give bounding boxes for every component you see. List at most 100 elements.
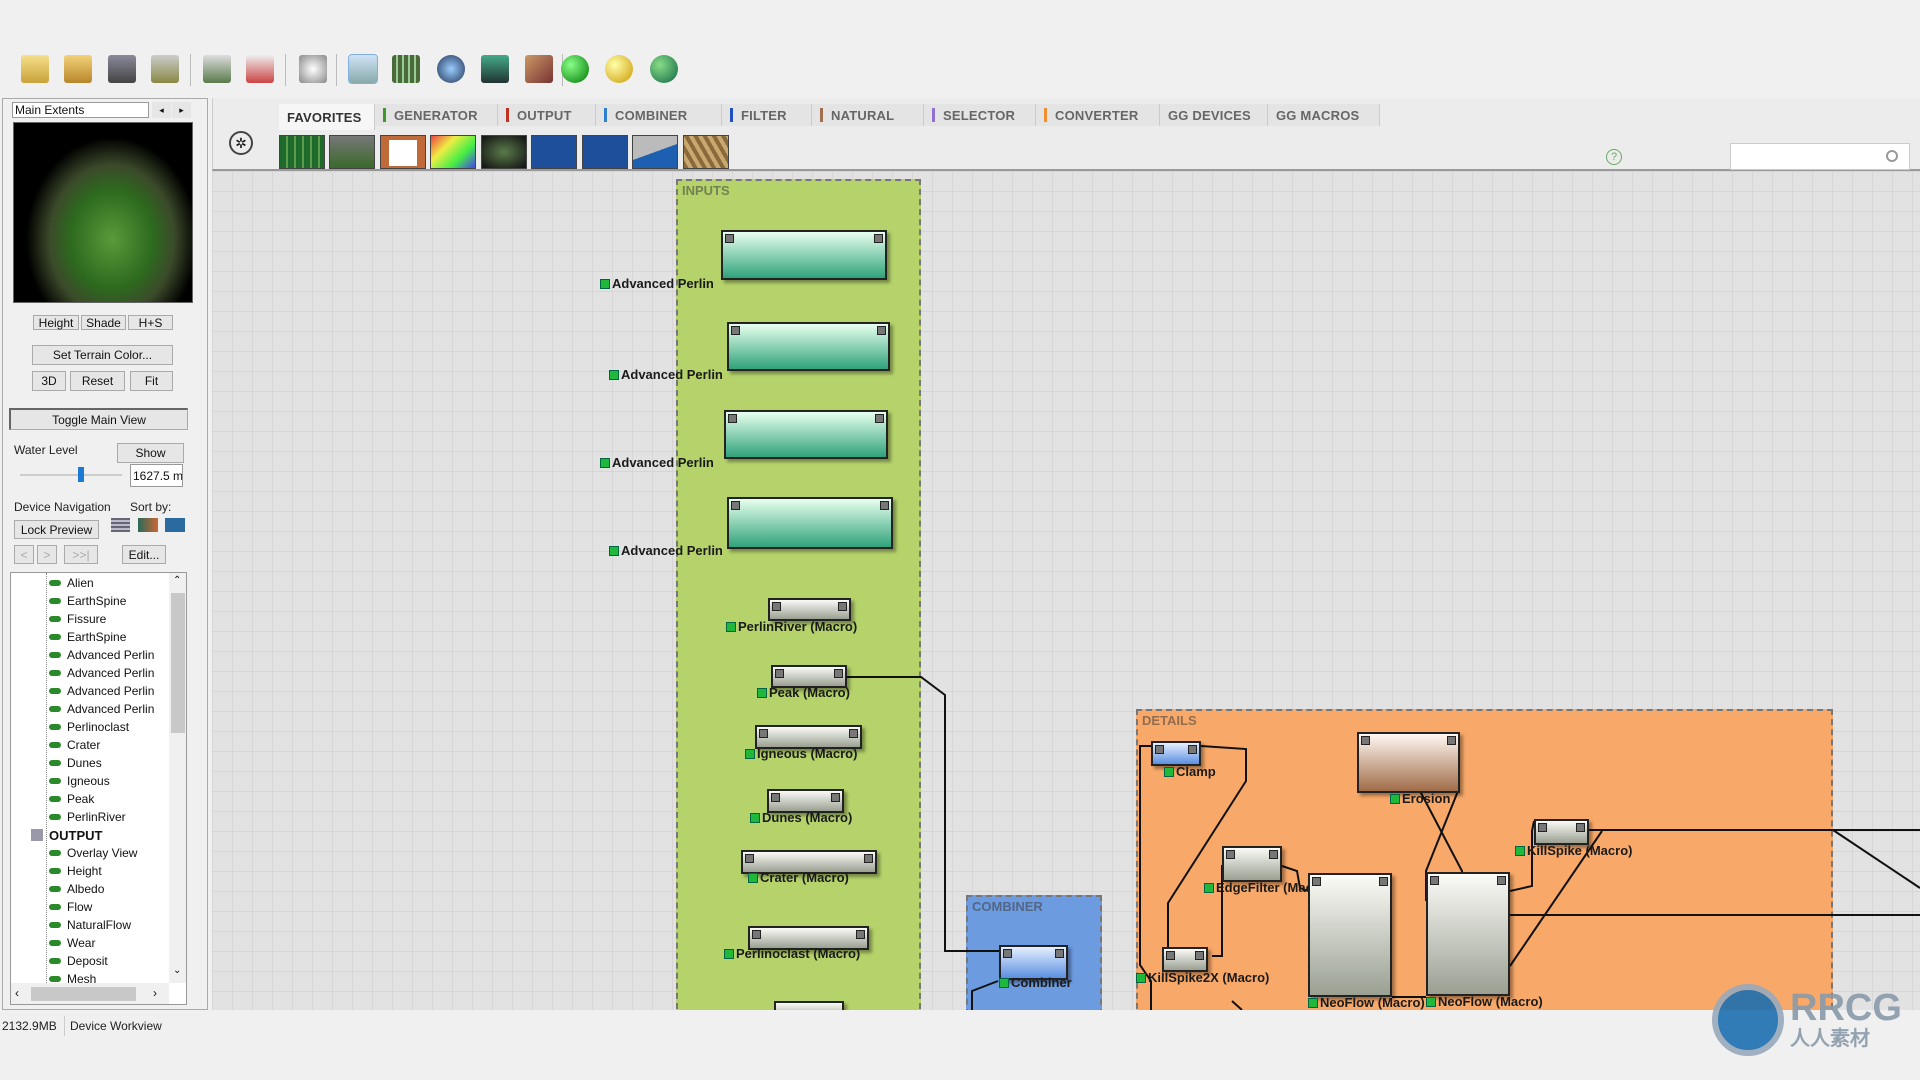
scroll-right-arrow[interactable]: › [153, 986, 157, 1000]
3d-button[interactable]: 3D [32, 371, 66, 391]
export-icon[interactable] [151, 55, 179, 83]
input-port[interactable] [745, 854, 754, 863]
tab-natural[interactable]: NATURAL [812, 104, 924, 126]
favorite-device-9[interactable] [683, 135, 729, 169]
input-port[interactable] [1538, 823, 1547, 832]
input-port[interactable] [1155, 745, 1164, 754]
output-port[interactable] [1576, 823, 1585, 832]
input-port[interactable] [1361, 736, 1370, 745]
tree-item[interactable]: Peak [67, 792, 94, 806]
node-status-icon[interactable] [757, 687, 767, 698]
tree-item[interactable]: Deposit [67, 954, 108, 968]
tree-item[interactable]: Alien [67, 576, 94, 590]
tree-horizontal-scrollbar[interactable]: ‹ › [11, 983, 169, 1004]
green-globe-icon[interactable] [650, 55, 678, 83]
tab-output[interactable]: OUTPUT [498, 104, 596, 126]
output-port[interactable] [856, 930, 865, 939]
input-port[interactable] [1003, 949, 1012, 958]
input-port[interactable] [1226, 850, 1235, 859]
help-icon[interactable]: ? [1606, 149, 1622, 165]
fit-button[interactable]: Fit [130, 371, 173, 391]
node-ap2[interactable] [727, 322, 890, 371]
height-button[interactable]: Height [33, 315, 79, 330]
output-port[interactable] [1055, 949, 1064, 958]
output-port[interactable] [849, 729, 858, 738]
tree-item[interactable]: NaturalFlow [67, 918, 131, 932]
node-clamp[interactable] [1151, 741, 1201, 766]
nav-back-button[interactable]: < [14, 545, 34, 564]
node-status-icon[interactable] [609, 369, 619, 380]
hs-button[interactable]: H+S [128, 315, 173, 330]
open-icon[interactable] [64, 55, 92, 83]
tree-item[interactable]: PerlinRiver [67, 810, 126, 824]
shade-button[interactable]: Shade [81, 315, 126, 330]
sort-type-icon[interactable] [138, 518, 158, 532]
favorite-device-1[interactable] [279, 135, 325, 169]
favorite-device-5[interactable] [481, 135, 527, 169]
node-perlinriver[interactable] [768, 598, 851, 621]
tree-group[interactable]: OUTPUT [49, 828, 102, 843]
nav-end-button[interactable]: >>| [64, 545, 98, 564]
grid-view-icon[interactable] [392, 55, 420, 83]
output-port[interactable] [1195, 951, 1204, 960]
node-status-icon[interactable] [1390, 793, 1400, 804]
favorite-device-7[interactable] [582, 135, 628, 169]
extents-select[interactable]: Main Extents [12, 102, 149, 118]
input-port[interactable] [731, 326, 740, 335]
tab-selector[interactable]: SELECTOR [924, 104, 1036, 126]
node-status-icon[interactable] [999, 977, 1009, 988]
tree-item[interactable]: Advanced Perlin [67, 702, 154, 716]
node-status-icon[interactable] [750, 812, 760, 823]
node-status-icon[interactable] [745, 748, 755, 759]
scroll-thumb[interactable] [171, 593, 185, 733]
tree-item[interactable]: Albedo [67, 882, 104, 896]
favorite-device-6[interactable] [531, 135, 577, 169]
output-port[interactable] [834, 669, 843, 678]
water-level-slider-thumb[interactable] [78, 467, 84, 482]
next-extent-button[interactable]: ▸ [172, 102, 191, 118]
output-port[interactable] [838, 602, 847, 611]
output-port[interactable] [875, 414, 884, 423]
input-port[interactable] [1312, 877, 1321, 886]
input-port[interactable] [1430, 876, 1439, 885]
sort-flow-icon[interactable] [165, 518, 185, 532]
terrain-preview[interactable] [13, 122, 193, 303]
tree-item[interactable]: Crater [67, 738, 100, 752]
output-port[interactable] [877, 326, 886, 335]
node-neoflow1[interactable] [1308, 873, 1392, 997]
output-port[interactable] [864, 854, 873, 863]
node-status-icon[interactable] [600, 278, 610, 289]
node-killspike[interactable] [1534, 819, 1589, 845]
output-port[interactable] [1497, 876, 1506, 885]
tree-item[interactable]: Dunes [67, 756, 102, 770]
reset-button[interactable]: Reset [70, 371, 125, 391]
input-port[interactable] [775, 669, 784, 678]
output-port[interactable] [1447, 736, 1456, 745]
input-port[interactable] [1166, 951, 1175, 960]
input-port[interactable] [731, 501, 740, 510]
node-status-icon[interactable] [1136, 972, 1146, 983]
node-status-icon[interactable] [609, 545, 619, 556]
tree-item[interactable]: EarthSpine [67, 594, 126, 608]
node-ap4[interactable] [727, 497, 893, 549]
tree-item[interactable]: EarthSpine [67, 630, 126, 644]
node-status-icon[interactable] [1515, 845, 1525, 856]
node-status-icon[interactable] [1204, 882, 1214, 893]
scroll-down-arrow[interactable]: ⌄ [173, 965, 181, 976]
node-status-icon[interactable] [726, 621, 736, 632]
human-icon[interactable]: ✲ [229, 131, 253, 155]
node-status-icon[interactable] [1164, 766, 1174, 777]
tree-vertical-scrollbar[interactable]: ⌃ ⌄ [169, 573, 186, 983]
tree-item[interactable]: Wear [67, 936, 95, 950]
sort-list-icon[interactable] [111, 518, 130, 532]
input-port[interactable] [752, 930, 761, 939]
scroll-left-arrow[interactable]: ‹ [15, 986, 19, 1000]
node-status-icon[interactable] [724, 948, 734, 959]
new-project-icon[interactable] [21, 55, 49, 83]
tab-generator[interactable]: GENERATOR [375, 104, 498, 126]
water-level-slider[interactable] [20, 474, 122, 476]
device-search-input[interactable] [1730, 143, 1910, 170]
tree-item[interactable]: Perlinoclast [67, 720, 129, 734]
hscroll-thumb[interactable] [31, 987, 136, 1001]
tree-item[interactable]: Advanced Perlin [67, 666, 154, 680]
